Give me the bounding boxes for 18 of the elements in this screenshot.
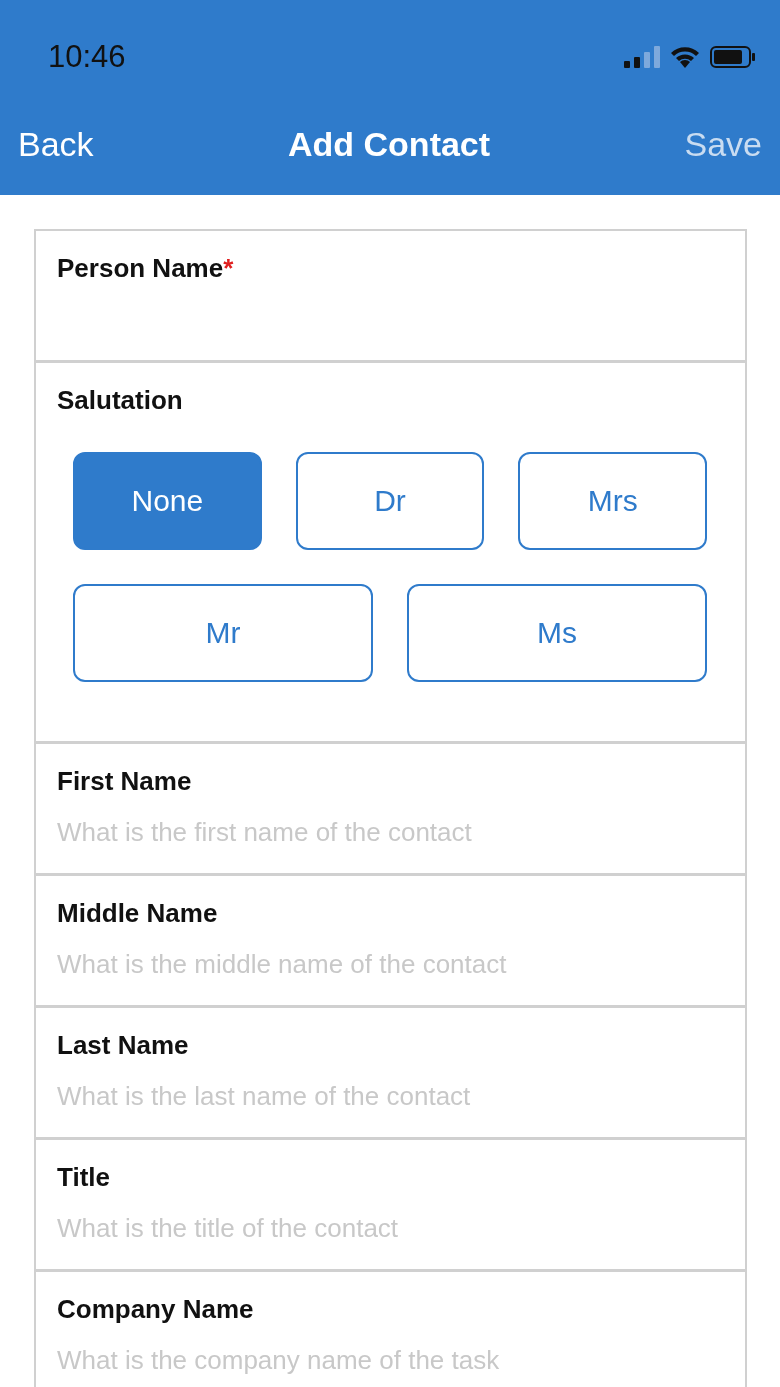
screen-title: Add Contact <box>288 125 491 164</box>
salutation-option[interactable]: Mrs <box>518 452 707 550</box>
salutation-option[interactable]: None <box>73 452 262 550</box>
salutation-option[interactable]: Dr <box>295 452 485 550</box>
battery-icon <box>710 46 756 68</box>
status-time: 10:46 <box>48 39 126 75</box>
field-label: First Name <box>57 766 193 797</box>
salutation-option[interactable]: Ms <box>407 584 707 682</box>
field-label: Title <box>57 1162 111 1193</box>
wifi-icon <box>670 46 700 68</box>
field-label: Salutation <box>57 385 184 416</box>
field-label: Company Name <box>57 1294 255 1325</box>
signal-icon <box>624 46 660 68</box>
field-label: Person Name* <box>57 253 235 284</box>
field-label: Last Name <box>57 1030 190 1061</box>
back-button[interactable]: Back <box>18 125 94 164</box>
field-label: Middle Name <box>57 898 219 929</box>
salutation-option[interactable]: Mr <box>73 584 373 682</box>
